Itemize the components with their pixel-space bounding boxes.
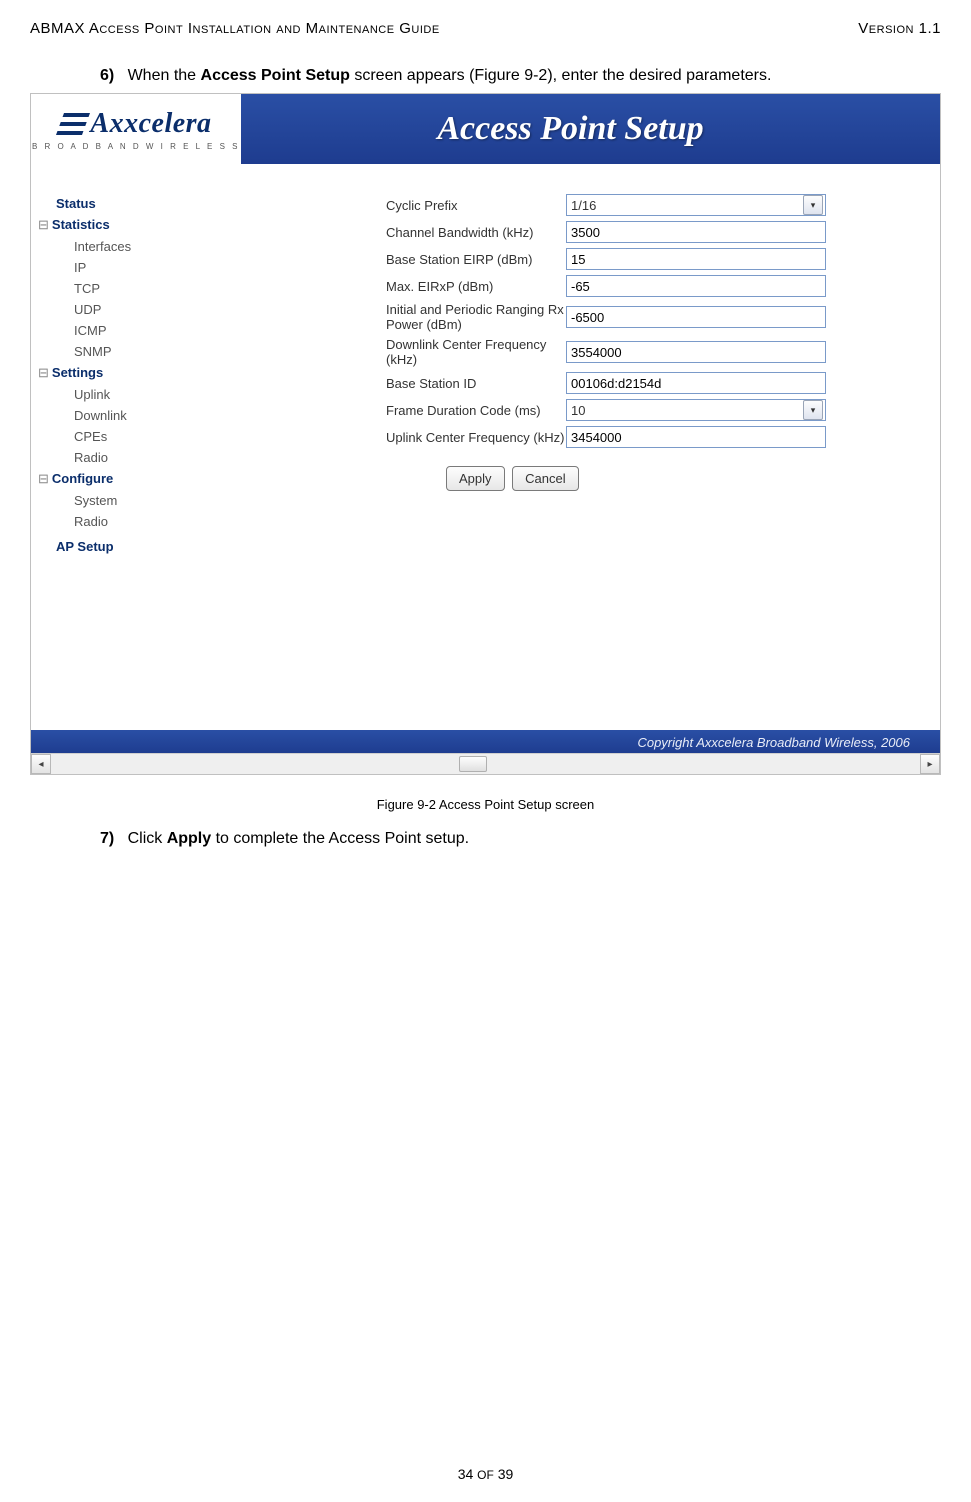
label-bs-eirp: Base Station EIRP (dBm) <box>386 252 566 267</box>
nav-item-snmp[interactable]: SNMP <box>74 344 216 359</box>
step-6-bold: Access Point Setup <box>201 67 350 84</box>
label-cyclic-prefix: Cyclic Prefix <box>386 198 566 213</box>
scroll-track[interactable] <box>51 754 920 774</box>
row-cyclic-prefix: Cyclic Prefix 1/16 ▾ <box>386 194 826 216</box>
logo-stripes-icon <box>56 113 90 135</box>
nav-item-ip[interactable]: IP <box>74 260 216 275</box>
step-6-pre: When the <box>128 67 201 84</box>
row-bs-eirp: Base Station EIRP (dBm) <box>386 248 826 270</box>
row-max-eirxp: Max. EIRxP (dBm) <box>386 275 826 297</box>
header-left: ABMAX Access Point Installation and Main… <box>30 20 440 37</box>
figure-caption: Figure 9-2 Access Point Setup screen <box>30 797 941 812</box>
row-ul-center-freq: Uplink Center Frequency (kHz) <box>386 426 826 448</box>
copyright-bar: Copyright Axxcelera Broadband Wireless, … <box>31 730 940 754</box>
window-header-bar: Axxcelera B R O A D B A N D W I R E L E … <box>31 94 940 164</box>
input-dl-center-freq[interactable] <box>566 341 826 363</box>
nav-item-uplink[interactable]: Uplink <box>74 387 216 402</box>
step-7-pre: Click <box>128 830 167 847</box>
copyright-text: Copyright Axxcelera Broadband Wireless, … <box>637 735 910 750</box>
row-ranging-rx: Initial and Periodic Ranging Rx Power (d… <box>386 302 826 332</box>
step-7-post: to complete the Access Point setup. <box>211 830 469 847</box>
nav-item-downlink[interactable]: Downlink <box>74 408 216 423</box>
nav-item-cpes[interactable]: CPEs <box>74 429 216 444</box>
nav-status[interactable]: Status <box>56 196 216 211</box>
input-bs-id[interactable] <box>566 372 826 394</box>
running-header: ABMAX Access Point Installation and Main… <box>30 20 941 37</box>
row-frame-duration: Frame Duration Code (ms) 10 ▾ <box>386 399 826 421</box>
step-6: 6) When the Access Point Setup screen ap… <box>100 67 941 85</box>
scroll-right-icon[interactable]: ▸ <box>920 754 940 774</box>
input-max-eirxp[interactable] <box>566 275 826 297</box>
nav-item-radio2[interactable]: Radio <box>74 514 216 529</box>
logo: Axxcelera B R O A D B A N D W I R E L E … <box>31 94 241 164</box>
page-footer: 34 OF 39 <box>0 1466 971 1482</box>
label-frame-duration: Frame Duration Code (ms) <box>386 403 566 418</box>
scroll-thumb[interactable] <box>459 756 487 772</box>
label-bs-id: Base Station ID <box>386 376 566 391</box>
label-max-eirxp: Max. EIRxP (dBm) <box>386 279 566 294</box>
form: Cyclic Prefix 1/16 ▾ Channel Bandwidth (… <box>216 164 826 554</box>
select-cyclic-prefix[interactable]: 1/16 ▾ <box>566 194 826 216</box>
input-bs-eirp[interactable] <box>566 248 826 270</box>
nav-group-statistics[interactable]: Statistics <box>38 217 216 233</box>
select-cyclic-prefix-value: 1/16 <box>571 198 596 213</box>
horizontal-scrollbar[interactable]: ◂ ▸ <box>31 753 940 774</box>
input-channel-bw[interactable] <box>566 221 826 243</box>
step-7: 7) Click Apply to complete the Access Po… <box>100 830 941 848</box>
logo-subtitle: B R O A D B A N D W I R E L E S S <box>32 142 240 151</box>
select-frame-duration[interactable]: 10 ▾ <box>566 399 826 421</box>
page-title: Access Point Setup <box>241 110 940 148</box>
input-ul-center-freq[interactable] <box>566 426 826 448</box>
nav-item-system[interactable]: System <box>74 493 216 508</box>
scroll-left-icon[interactable]: ◂ <box>31 754 51 774</box>
nav-group-configure[interactable]: Configure <box>38 471 216 487</box>
step-6-post: screen appears (Figure 9-2), enter the d… <box>350 67 772 84</box>
cancel-button[interactable]: Cancel <box>512 466 578 491</box>
screenshot-window: Axxcelera B R O A D B A N D W I R E L E … <box>30 93 941 775</box>
select-frame-duration-value: 10 <box>571 403 585 418</box>
button-row: Apply Cancel <box>446 466 826 491</box>
step-7-num: 7) <box>100 830 114 847</box>
label-channel-bw: Channel Bandwidth (kHz) <box>386 225 566 240</box>
header-right: Version 1.1 <box>858 20 941 37</box>
step-7-bold: Apply <box>167 830 211 847</box>
label-ranging-rx: Initial and Periodic Ranging Rx Power (d… <box>386 302 566 332</box>
row-bs-id: Base Station ID <box>386 372 826 394</box>
sidebar: Status Statistics Interfaces IP TCP UDP … <box>31 164 216 554</box>
step-6-num: 6) <box>100 67 114 84</box>
label-ul-center-freq: Uplink Center Frequency (kHz) <box>386 430 566 445</box>
row-dl-center-freq: Downlink Center Frequency (kHz) <box>386 337 826 367</box>
nav-item-interfaces[interactable]: Interfaces <box>74 239 216 254</box>
input-ranging-rx[interactable] <box>566 306 826 328</box>
row-channel-bw: Channel Bandwidth (kHz) <box>386 221 826 243</box>
logo-brand: Axxcelera <box>90 108 211 139</box>
nav-ap-setup[interactable]: AP Setup <box>56 539 216 554</box>
apply-button[interactable]: Apply <box>446 466 505 491</box>
nav-item-icmp[interactable]: ICMP <box>74 323 216 338</box>
nav-item-tcp[interactable]: TCP <box>74 281 216 296</box>
chevron-down-icon[interactable]: ▾ <box>803 400 823 420</box>
nav-item-radio[interactable]: Radio <box>74 450 216 465</box>
nav-group-settings[interactable]: Settings <box>38 365 216 381</box>
nav-item-udp[interactable]: UDP <box>74 302 216 317</box>
window-content: Axxcelera B R O A D B A N D W I R E L E … <box>31 94 940 754</box>
chevron-down-icon[interactable]: ▾ <box>803 195 823 215</box>
label-dl-center-freq: Downlink Center Frequency (kHz) <box>386 337 566 367</box>
body-area: Status Statistics Interfaces IP TCP UDP … <box>31 164 940 554</box>
